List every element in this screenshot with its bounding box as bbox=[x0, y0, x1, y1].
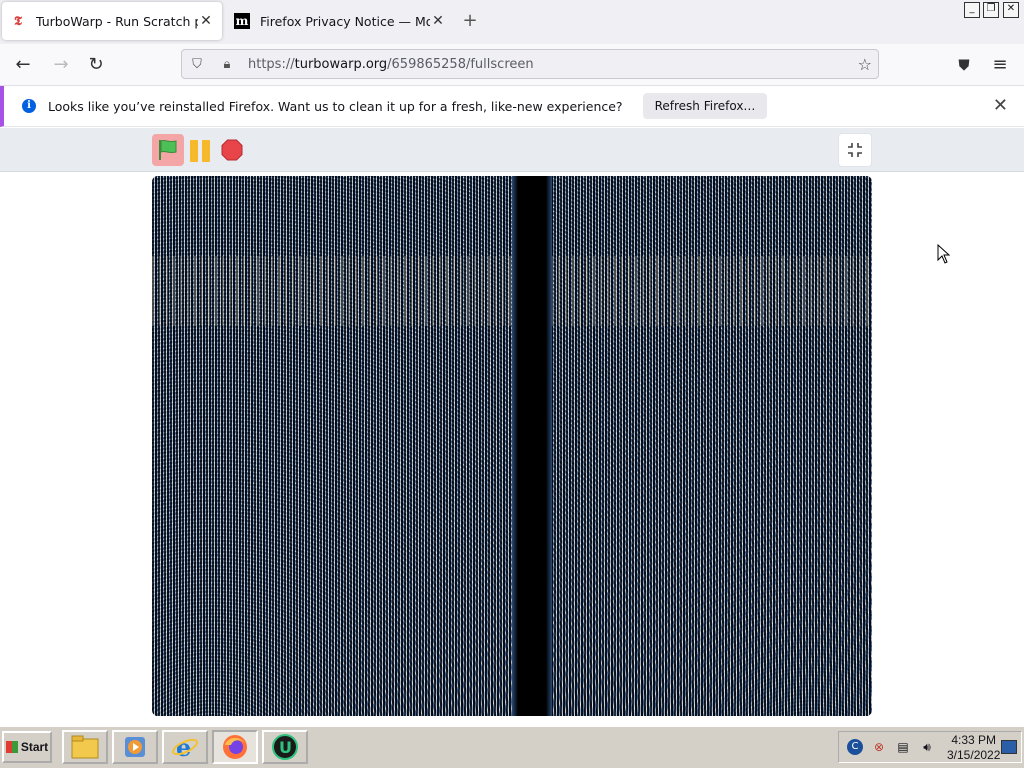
exit-fullscreen-icon[interactable] bbox=[838, 133, 872, 167]
stop-icon[interactable] bbox=[221, 139, 243, 161]
taskbar: Start e U C ⊗ ▤ 🔊︎ 4:33 PM 3/15/2022 bbox=[0, 726, 1024, 768]
start-label: Start bbox=[20, 740, 49, 754]
clock-time: 4:33 PM bbox=[951, 733, 997, 747]
pause-icon[interactable] bbox=[189, 140, 211, 162]
tab-privacy-notice[interactable]: m Firefox Privacy Notice — Mozilla ✕ bbox=[226, 2, 454, 40]
tab-title: Firefox Privacy Notice — Mozilla bbox=[260, 13, 430, 29]
mozilla-m-icon: m bbox=[234, 13, 250, 29]
tab-strip: 𝕿 TurboWarp - Run Scratch proje ✕ m Fire… bbox=[0, 0, 1024, 44]
svg-text:U: U bbox=[279, 738, 292, 757]
system-tray: C ⊗ ▤ 🔊︎ 4:33 PM 3/15/2022 bbox=[838, 731, 1022, 763]
notification-message: Looks like you’ve reinstalled Firefox. W… bbox=[48, 98, 623, 114]
show-desktop-icon[interactable] bbox=[1001, 740, 1017, 754]
clock-date: 3/15/2022 bbox=[947, 748, 1001, 762]
shield-icon[interactable]: ⛉ bbox=[182, 57, 212, 72]
volume-icon[interactable]: 🔊︎ bbox=[919, 739, 935, 755]
svg-text:e: e bbox=[176, 733, 191, 761]
reload-button[interactable]: ↻ bbox=[83, 52, 109, 78]
url-bar[interactable]: ⛉ 🔒︎ https://turbowarp.org/659865258/ful… bbox=[181, 49, 879, 79]
internet-explorer-icon[interactable]: e bbox=[162, 730, 208, 764]
player-controls bbox=[0, 128, 1024, 172]
info-icon: i bbox=[22, 99, 36, 113]
network-error-icon[interactable]: ⊗ bbox=[871, 739, 887, 755]
new-tab-button[interactable]: + bbox=[458, 10, 482, 34]
close-tab-icon[interactable]: ✕ bbox=[430, 13, 446, 29]
refresh-firefox-button[interactable]: Refresh Firefox… bbox=[642, 93, 768, 119]
network-icon[interactable]: ▤ bbox=[895, 739, 911, 755]
close-notification-icon[interactable]: ✕ bbox=[993, 95, 1008, 116]
close-window-button[interactable]: ✕ bbox=[1003, 2, 1019, 18]
bookmark-star-icon[interactable]: ☆ bbox=[858, 55, 872, 74]
stage-center-gap bbox=[512, 176, 552, 716]
security-icon[interactable]: C bbox=[847, 739, 863, 755]
media-player-icon[interactable] bbox=[112, 730, 158, 764]
lock-icon[interactable]: 🔒︎ bbox=[212, 57, 242, 72]
minimize-button[interactable]: _ bbox=[964, 2, 980, 18]
turbowarp-app-icon[interactable]: U bbox=[262, 730, 308, 764]
project-stage[interactable] bbox=[152, 176, 872, 716]
forward-button[interactable]: → bbox=[48, 52, 74, 78]
clock[interactable]: 4:33 PM 3/15/2022 bbox=[947, 733, 1000, 763]
turbowarp-icon: 𝕿 bbox=[14, 13, 22, 29]
url-text[interactable]: https://turbowarp.org/659865258/fullscre… bbox=[248, 57, 534, 72]
file-explorer-icon[interactable] bbox=[62, 730, 108, 764]
menu-icon[interactable]: ≡ bbox=[987, 52, 1013, 78]
back-button[interactable]: ← bbox=[10, 52, 36, 78]
maximize-button[interactable]: ❐ bbox=[983, 2, 999, 18]
tab-title: TurboWarp - Run Scratch proje bbox=[36, 13, 198, 29]
navigation-toolbar: ← → ↻ ⛉ 🔒︎ https://turbowarp.org/6598652… bbox=[0, 44, 1024, 86]
pocket-icon[interactable]: ⛊ bbox=[951, 52, 977, 78]
close-tab-icon[interactable]: ✕ bbox=[198, 13, 214, 29]
firefox-icon[interactable] bbox=[212, 730, 258, 764]
green-flag-icon[interactable] bbox=[152, 134, 184, 166]
start-button[interactable]: Start bbox=[2, 731, 52, 763]
reinstall-notification: i Looks like you’ve reinstalled Firefox.… bbox=[0, 86, 1024, 127]
mouse-cursor-icon bbox=[937, 244, 951, 264]
tab-turbowarp[interactable]: 𝕿 TurboWarp - Run Scratch proje ✕ bbox=[2, 2, 222, 40]
windows-logo-icon bbox=[5, 741, 18, 753]
